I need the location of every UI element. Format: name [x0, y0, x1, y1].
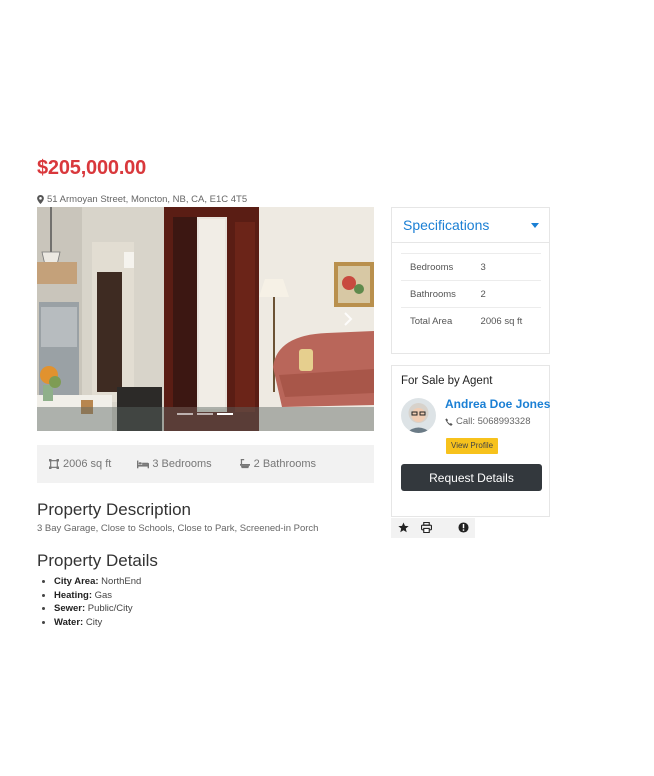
spec-row-bathrooms: Bathrooms 2	[401, 280, 541, 308]
carousel-indicators	[177, 413, 233, 415]
spec-row-total-area: Total Area 2006 sq ft	[401, 307, 541, 334]
summary-bathrooms: 2 Bathrooms	[239, 458, 316, 470]
listing-address: 51 Armoyan Street, Moncton, NB, CA, E1C …	[37, 194, 247, 205]
caret-down-icon	[531, 222, 539, 228]
listing-price: $205,000.00	[37, 157, 147, 179]
agent-card: For Sale by Agent Andrea Doe Jones Call:…	[391, 365, 550, 517]
agent-heading: For Sale by Agent	[401, 375, 493, 387]
carousel-dot-2[interactable]	[197, 413, 213, 415]
info-icon[interactable]	[458, 522, 469, 533]
specifications-card: Specifications Bedrooms 3 Bathrooms 2 Tota…	[391, 207, 550, 354]
view-profile-button[interactable]: View Profile	[446, 438, 499, 454]
carousel-dot-3[interactable]	[217, 413, 233, 415]
agent-phone-text: Call: 5068993328	[456, 416, 531, 427]
description-title: Property Description	[37, 500, 192, 519]
detail-sewer: Sewer: Public/City	[54, 602, 141, 616]
living-room-image	[37, 207, 374, 431]
detail-heating: Heating: Gas	[54, 589, 141, 603]
listing-tools	[391, 518, 475, 538]
agent-photo	[401, 398, 436, 433]
address-text: 51 Armoyan Street, Moncton, NB, CA, E1C …	[47, 194, 248, 205]
detail-water: Water: City	[54, 616, 141, 630]
carousel-dot-1[interactable]	[177, 413, 193, 415]
request-details-button[interactable]: Request Details	[401, 464, 542, 491]
detail-city-area: City Area: NorthEnd	[54, 575, 141, 589]
summary-area: 2006 sq ft	[48, 458, 111, 470]
summary-bedrooms: 3 Bedrooms	[137, 458, 212, 470]
map-marker-icon	[37, 195, 44, 204]
bath-icon	[239, 459, 250, 469]
property-photo[interactable]	[37, 207, 374, 431]
print-icon[interactable]	[421, 522, 432, 533]
summary-bathrooms-text: 2 Bathrooms	[253, 458, 317, 470]
star-icon[interactable]	[398, 522, 409, 533]
spec-row-bedrooms: Bedrooms 3	[401, 253, 541, 281]
details-list: City Area: NorthEnd Heating: Gas Sewer: …	[41, 575, 141, 629]
agent-phone[interactable]: Call: 5068993328	[445, 416, 530, 427]
property-summary-bar: 2006 sq ft 3 Bedrooms 2 Bathrooms	[37, 445, 374, 483]
agent-name-link[interactable]: Andrea Doe Jones	[445, 397, 550, 411]
specifications-title: Specifications	[403, 217, 490, 233]
summary-area-text: 2006 sq ft	[63, 458, 112, 470]
agent-avatar	[401, 398, 436, 433]
area-icon	[49, 459, 59, 469]
phone-icon	[445, 417, 453, 426]
specifications-table: Bedrooms 3 Bathrooms 2 Total Area 2006 sq f…	[401, 253, 541, 334]
bed-icon	[137, 460, 150, 469]
details-title: Property Details	[37, 551, 158, 570]
carousel-next-button[interactable]	[341, 310, 355, 328]
specifications-toggle[interactable]: Specifications	[392, 208, 549, 243]
description-text: 3 Bay Garage, Close to Schools, Close to…	[37, 523, 319, 534]
summary-bedrooms-text: 3 Bedrooms	[152, 458, 212, 470]
